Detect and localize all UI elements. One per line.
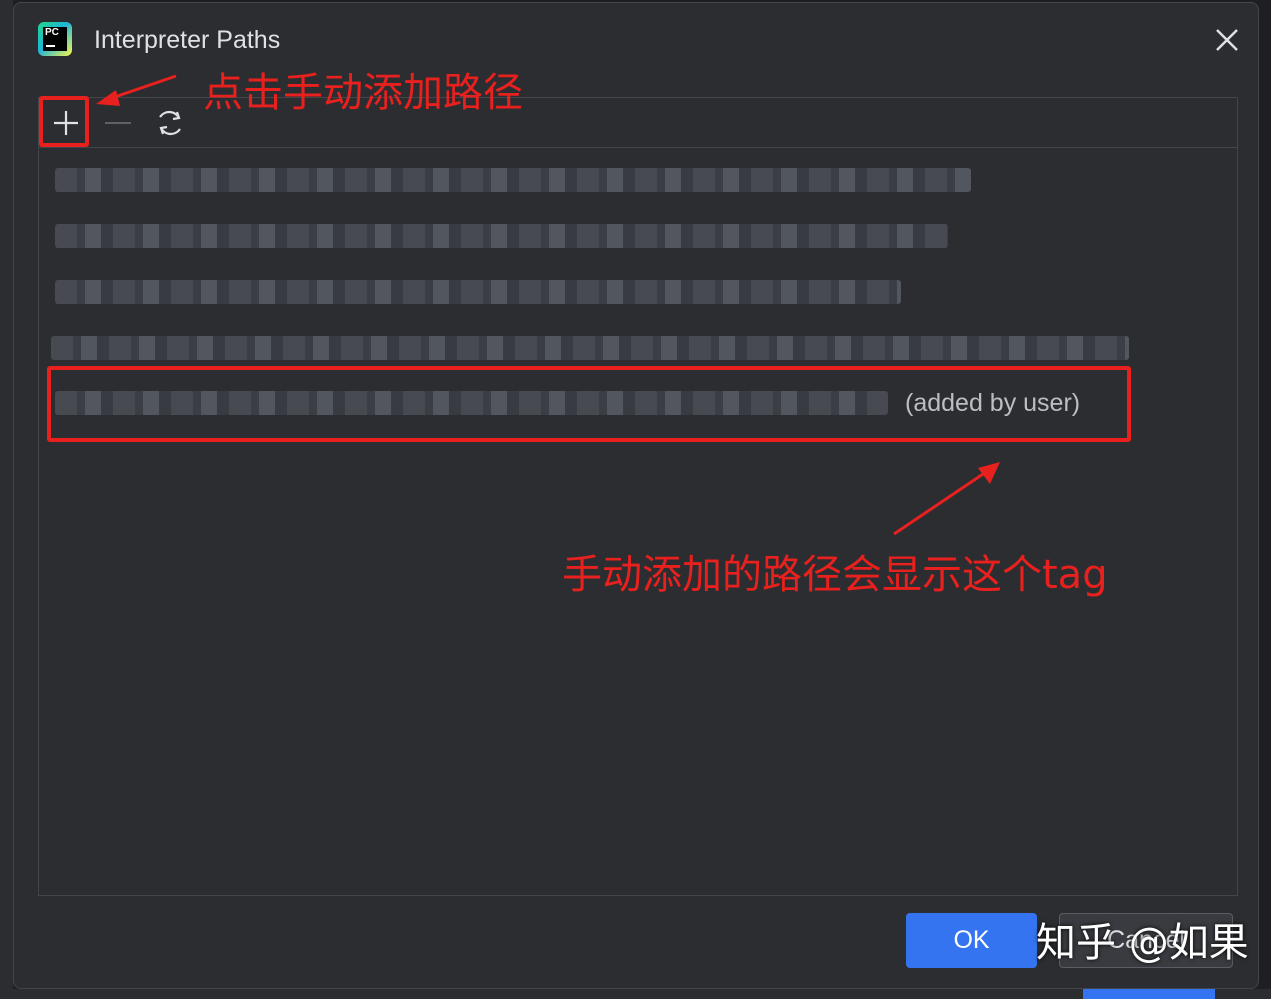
background-ide (0, 0, 13, 999)
background-ide-bottom (0, 989, 1271, 999)
user-row-highlight (47, 366, 1131, 442)
ok-button[interactable]: OK (906, 913, 1037, 968)
blurred-path (55, 224, 948, 248)
blurred-path (55, 168, 971, 192)
paths-panel: (added by user) (38, 97, 1238, 896)
close-icon (1216, 29, 1238, 51)
arrow-to-user-tag (893, 462, 1000, 536)
zhihu-watermark: 知乎 @如果 (1036, 920, 1249, 966)
app-icon-label: PC (45, 27, 59, 38)
close-button[interactable] (1212, 25, 1242, 55)
path-row[interactable] (53, 216, 1153, 256)
arrow-to-add-button (96, 74, 177, 106)
add-button-highlight (39, 96, 89, 147)
dialog-title: Interpreter Paths (94, 26, 281, 54)
tag-annotation: 手动添加的路径会显示这个tag (562, 552, 1108, 598)
path-row[interactable] (53, 272, 1153, 312)
background-ok-button (1083, 989, 1215, 999)
pycharm-logo-icon: PC (38, 22, 72, 56)
path-row[interactable] (51, 328, 1153, 368)
blurred-path (51, 336, 1129, 360)
add-path-annotation: 点击手动添加路径 (203, 70, 523, 116)
path-row[interactable] (53, 160, 1153, 200)
blurred-path (55, 280, 901, 304)
